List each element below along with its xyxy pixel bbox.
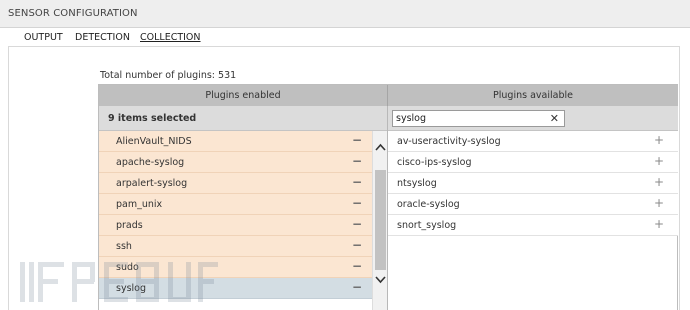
plugin-name: prads [116, 220, 143, 231]
window-title: SENSOR CONFIGURATION [8, 8, 138, 19]
plugin-name: pam_unix [116, 199, 163, 210]
search-box: ✕ [392, 110, 565, 127]
selected-count: 9 items selected [108, 113, 197, 124]
tab-collection[interactable]: COLLECTION [140, 32, 201, 43]
watermark-logo [20, 262, 218, 302]
plugin-name: AlienVault_NIDS [116, 136, 192, 147]
enabled-plugin-row[interactable]: apache-syslog − [99, 152, 372, 173]
available-plugin-row[interactable]: ntsyslog + [388, 173, 678, 194]
minus-icon[interactable]: − [352, 280, 362, 294]
plus-icon[interactable]: + [654, 154, 664, 168]
enabled-plugin-row[interactable]: arpalert-syslog − [99, 173, 372, 194]
plugin-name: av-useractivity-syslog [397, 136, 501, 147]
plugin-name: apache-syslog [116, 157, 185, 168]
chevron-up-icon[interactable] [374, 143, 387, 155]
enabled-toolbar: 9 items selected [99, 106, 387, 131]
available-plugin-row[interactable]: snort_syslog + [388, 215, 678, 236]
search-input[interactable] [396, 112, 546, 125]
enabled-plugin-row[interactable]: ssh − [99, 236, 372, 257]
minus-icon[interactable]: − [352, 154, 362, 168]
available-toolbar: ✕ [388, 106, 678, 131]
plugin-name: arpalert-syslog [116, 178, 188, 189]
title-bar: SENSOR CONFIGURATION [0, 0, 690, 28]
enabled-plugin-row[interactable]: AlienVault_NIDS − [99, 131, 372, 152]
plugin-name: ssh [116, 241, 132, 252]
available-plugin-row[interactable]: av-useractivity-syslog + [388, 131, 678, 152]
close-icon[interactable]: ✕ [550, 112, 559, 125]
minus-icon[interactable]: − [352, 196, 362, 210]
plugin-name: snort_syslog [397, 220, 457, 231]
enabled-list-scrollbar[interactable] [372, 131, 387, 310]
enabled-plugin-row[interactable]: prads − [99, 215, 372, 236]
plugin-name: oracle-syslog [397, 199, 460, 210]
plugins-enabled-header: Plugins enabled [99, 85, 387, 106]
plugins-available-header: Plugins available [388, 85, 678, 106]
available-plugin-list: av-useractivity-syslog + cisco-ips-syslo… [388, 131, 678, 310]
minus-icon[interactable]: − [352, 238, 362, 252]
minus-icon[interactable]: − [352, 217, 362, 231]
plus-icon[interactable]: + [654, 217, 664, 231]
tab-output[interactable]: OUTPUT [24, 32, 63, 43]
total-plugins-label: Total number of plugins: 531 [100, 70, 237, 81]
minus-icon[interactable]: − [352, 259, 362, 273]
chevron-down-icon[interactable] [374, 276, 387, 288]
plugin-name: ntsyslog [397, 178, 437, 189]
minus-icon[interactable]: − [352, 175, 362, 189]
available-plugin-row[interactable]: oracle-syslog + [388, 194, 678, 215]
enabled-plugin-row[interactable]: pam_unix − [99, 194, 372, 215]
plus-icon[interactable]: + [654, 196, 664, 210]
minus-icon[interactable]: − [352, 133, 362, 147]
scrollbar-thumb[interactable] [375, 170, 386, 270]
tab-detection[interactable]: DETECTION [75, 32, 130, 43]
plus-icon[interactable]: + [654, 133, 664, 147]
tab-bar: OUTPUT DETECTION COLLECTION [0, 28, 690, 47]
plus-icon[interactable]: + [654, 175, 664, 189]
plugin-name: cisco-ips-syslog [397, 157, 472, 168]
available-plugin-row[interactable]: cisco-ips-syslog + [388, 152, 678, 173]
